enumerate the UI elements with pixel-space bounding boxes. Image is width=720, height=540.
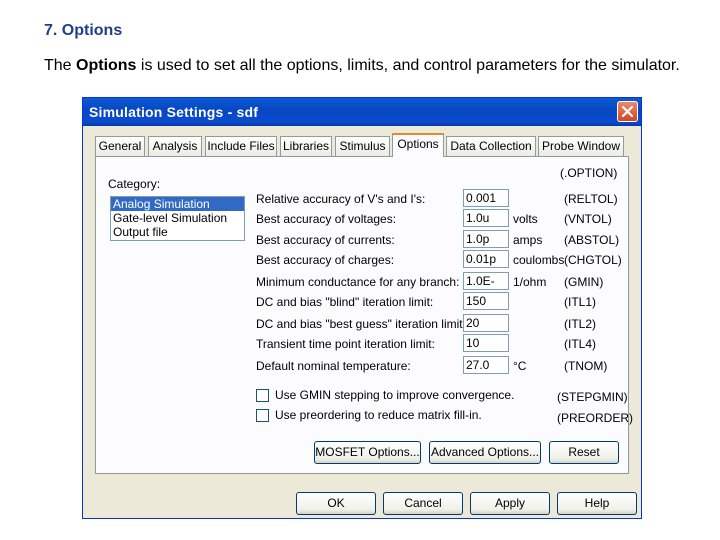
vntol-field[interactable]: 1.0u [463,209,509,227]
option-abstol: (ABSTOL) [564,233,620,247]
param-label-itl4: Transient time point iteration limit: [256,337,435,351]
preorder-checkbox[interactable] [256,409,269,422]
param-label-vntol: Best accuracy of voltages: [256,212,397,226]
param-label-itl1: DC and bias "blind" iteration limit: [256,295,434,309]
unit-abstol: amps [513,233,543,247]
reset-button[interactable]: Reset [549,441,619,464]
option-itl1: (ITL1) [564,295,597,309]
tab-stimulus[interactable]: Stimulus [335,136,390,156]
itl1-field[interactable]: 150 [463,292,509,310]
intro-paragraph: The Options is used to set all the optio… [44,57,680,74]
chgtol-field[interactable]: 0.01p [463,250,509,268]
itl4-field[interactable]: 10 [463,334,509,352]
preorder-label: Use preordering to reduce matrix fill-in… [275,408,482,422]
close-icon [622,106,633,117]
param-label-reltol: Relative accuracy of V's and I's: [256,192,426,206]
option-vntol: (VNTOL) [564,212,612,226]
option-chgtol: (CHGTOL) [564,253,622,267]
tab-general[interactable]: General [95,136,145,156]
unit-tnom: °C [513,359,527,373]
tab-analysis[interactable]: Analysis [148,136,202,156]
unit-chgtol: coulombs [513,253,565,267]
apply-button[interactable]: Apply [470,492,550,515]
option-itl4: (ITL4) [564,337,597,351]
options-emphasis: Options [76,57,137,74]
gmin-field[interactable]: 1.0E-12 [463,272,509,290]
category-list[interactable]: Analog Simulation Gate-level Simulation … [110,196,245,241]
option-preorder: (PREORDER) [557,411,634,425]
itl2-field[interactable]: 20 [463,314,509,332]
tab-include-files[interactable]: Include Files [205,136,277,156]
category-label: Category: [108,177,161,191]
param-label-abstol: Best accuracy of currents: [256,233,395,247]
unit-gmin: 1/ohm [513,275,547,289]
simulation-settings-dialog: Simulation Settings - sdf General Analys… [82,97,642,519]
tab-data-collection[interactable]: Data Collection [446,136,536,156]
param-label-gmin: Minimum conductance for any branch: [256,275,460,289]
param-label-chgtol: Best accuracy of charges: [256,253,395,267]
section-label: (.OPTION) [560,166,618,180]
close-button[interactable] [617,101,638,122]
options-panel: (.OPTION) Category: Analog Simulation Ga… [95,156,633,474]
stepgmin-label: Use GMIN stepping to improve convergence… [275,388,515,402]
reltol-field[interactable]: 0.001 [463,189,509,207]
page-heading: 7. Options [44,22,123,39]
cancel-button[interactable]: Cancel [383,492,463,515]
category-item-analog[interactable]: Analog Simulation [111,197,244,211]
option-stepgmin: (STEPGMIN) [557,390,628,404]
advanced-options-button[interactable]: Advanced Options... [429,441,541,464]
tab-libraries[interactable]: Libraries [280,136,332,156]
window-title: Simulation Settings - sdf [89,104,259,120]
tab-probe-window[interactable]: Probe Window [538,136,624,156]
option-gmin: (GMIN) [564,275,604,289]
abstol-field[interactable]: 1.0p [463,230,509,248]
unit-vntol: volts [513,212,538,226]
stepgmin-checkbox[interactable] [256,389,269,402]
ok-button[interactable]: OK [296,492,376,515]
category-item-output-file[interactable]: Output file [111,225,244,239]
help-button[interactable]: Help [557,492,637,515]
title-bar[interactable]: Simulation Settings - sdf [83,98,641,126]
tnom-field[interactable]: 27.0 [463,356,509,374]
category-item-gate-level[interactable]: Gate-level Simulation [111,211,244,225]
option-itl2: (ITL2) [564,317,597,331]
param-label-tnom: Default nominal temperature: [256,359,411,373]
option-reltol: (RELTOL) [564,192,618,206]
mosfet-options-button[interactable]: MOSFET Options... [314,441,421,464]
option-tnom: (TNOM) [564,359,608,373]
tab-options[interactable]: Options [392,133,444,157]
param-label-itl2: DC and bias "best guess" iteration limit… [256,317,466,331]
